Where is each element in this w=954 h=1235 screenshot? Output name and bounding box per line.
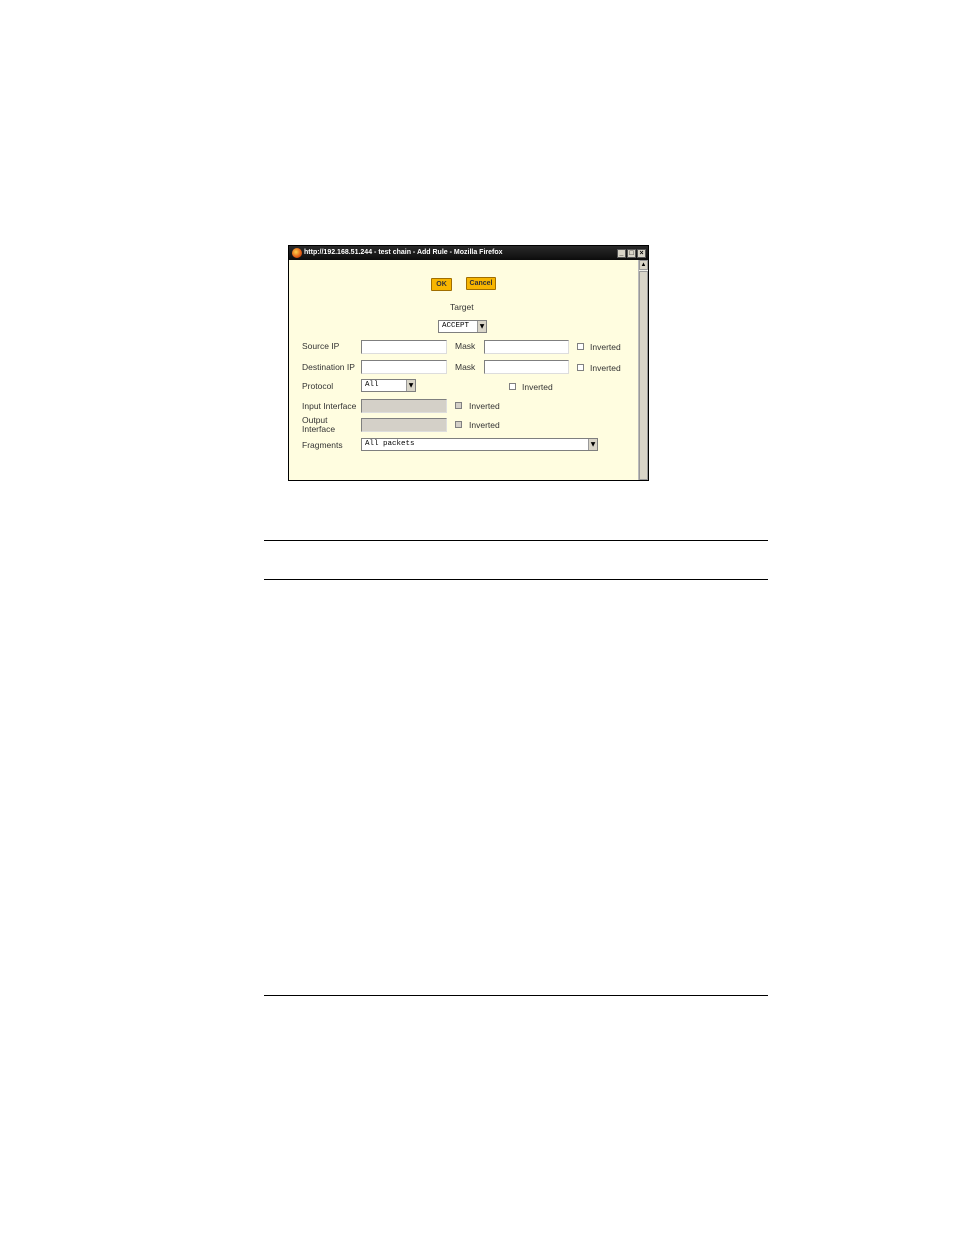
destination-inverted-label: Inverted: [590, 363, 621, 373]
destination-ip-label: Destination IP: [302, 362, 355, 372]
target-select[interactable]: ACCEPT ▼: [438, 320, 487, 333]
source-inverted-label: Inverted: [590, 342, 621, 352]
window-title: http://192.168.51.244 - test chain - Add…: [304, 249, 503, 256]
input-interface-inverted-label: Inverted: [469, 401, 500, 411]
target-label: Target: [450, 302, 474, 312]
source-ip-label: Source IP: [302, 341, 340, 351]
output-interface-label-line2: Interface: [302, 424, 336, 434]
output-interface-label: Output Interface: [302, 416, 335, 434]
input-interface-label: Input Interface: [302, 401, 357, 411]
protocol-label: Protocol: [302, 381, 334, 391]
title-bar: http://192.168.51.244 - test chain - Add…: [289, 246, 648, 260]
divider-bottom: [264, 995, 768, 996]
vertical-scrollbar[interactable]: ▲: [638, 260, 648, 480]
scroll-thumb[interactable]: [639, 271, 648, 480]
fragments-select-value: All packets: [365, 440, 415, 448]
close-icon[interactable]: ×: [637, 249, 646, 258]
source-mask-label: Mask: [455, 341, 476, 351]
scroll-up-icon[interactable]: ▲: [639, 260, 648, 270]
cancel-button[interactable]: Cancel: [466, 277, 496, 290]
output-interface-input[interactable]: [361, 418, 447, 432]
protocol-inverted-checkbox[interactable]: [509, 383, 516, 390]
divider-middle: [264, 579, 768, 580]
source-mask-input[interactable]: [484, 340, 569, 354]
destination-mask-input[interactable]: [484, 360, 569, 374]
maximize-icon[interactable]: □: [627, 249, 636, 258]
destination-mask-label: Mask: [455, 362, 476, 372]
input-interface-input[interactable]: [361, 399, 447, 413]
target-select-value: ACCEPT: [442, 322, 470, 330]
dropdown-arrow-icon[interactable]: ▼: [588, 439, 597, 450]
dropdown-arrow-icon[interactable]: ▼: [406, 380, 415, 391]
destination-ip-input[interactable]: [361, 360, 447, 374]
output-interface-inverted-checkbox[interactable]: [455, 421, 462, 428]
dropdown-arrow-icon[interactable]: ▼: [477, 321, 486, 332]
source-ip-input[interactable]: [361, 340, 447, 354]
protocol-select-value: All: [365, 381, 379, 389]
divider-top: [264, 540, 768, 541]
input-interface-inverted-checkbox[interactable]: [455, 402, 462, 409]
protocol-select[interactable]: All ▼: [361, 379, 416, 392]
add-rule-window: http://192.168.51.244 - test chain - Add…: [288, 245, 649, 481]
fragments-label: Fragments: [302, 440, 343, 450]
fragments-select[interactable]: All packets ▼: [361, 438, 598, 451]
firefox-icon: [292, 248, 302, 258]
output-interface-inverted-label: Inverted: [469, 420, 500, 430]
destination-inverted-checkbox[interactable]: [577, 364, 584, 371]
protocol-inverted-label: Inverted: [522, 382, 553, 392]
minimize-icon[interactable]: _: [617, 249, 626, 258]
ok-button[interactable]: OK: [431, 278, 452, 291]
source-inverted-checkbox[interactable]: [577, 343, 584, 350]
